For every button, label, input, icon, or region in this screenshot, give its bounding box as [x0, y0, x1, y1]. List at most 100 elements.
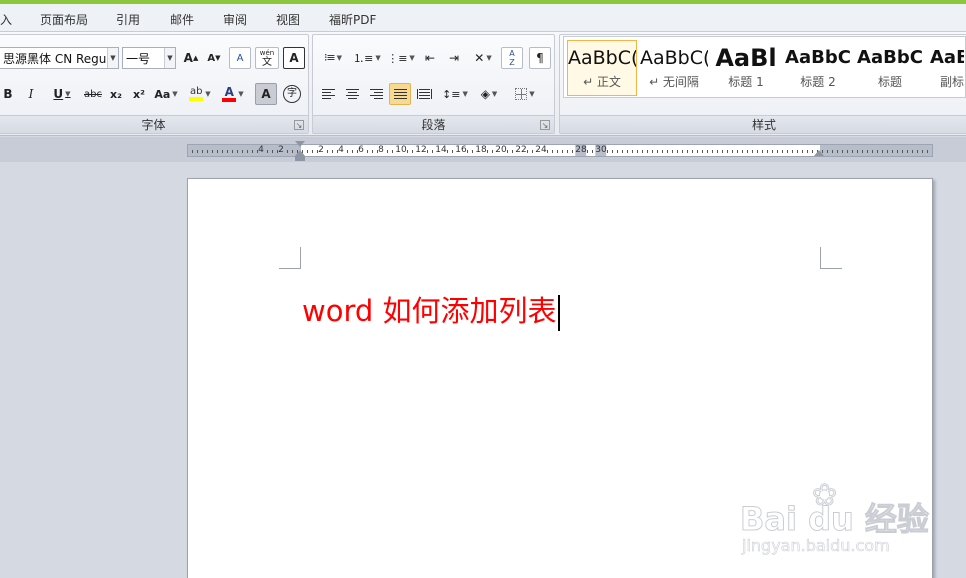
chevron-down-icon[interactable]: ▼: [65, 90, 70, 98]
sort-button[interactable]: A Z: [501, 47, 523, 69]
ruler-tick: [587, 150, 588, 153]
paragraph-group: ⁝≡ ▼ ⒈≡ ▼ ⋮≡ ▼ ⇤ ⇥ ✕ ▼ A Z ¶ ↕≡ ▼ ◈ ▼ ▼ …: [312, 34, 555, 134]
ruler-tick: [347, 150, 348, 153]
style-no-spacing-name: ↵ 无间隔: [649, 75, 699, 89]
ruler-tick: [742, 150, 743, 153]
chinese-layout-icon: ✕: [474, 51, 485, 65]
change-case-icon: Aa: [154, 87, 171, 101]
ruler-tick: [747, 150, 748, 153]
shrink-font-icon: A: [207, 52, 216, 64]
chevron-down-icon[interactable]: ▼: [529, 90, 534, 98]
ruler-tick: [797, 150, 798, 153]
multilevel-list-icon: ⋮≡: [387, 51, 408, 65]
font-color-button[interactable]: A ▼: [218, 83, 248, 105]
chevron-down-icon[interactable]: ▼: [492, 90, 497, 98]
ruler-tick: [652, 150, 653, 153]
ruler-tick: [352, 150, 353, 153]
ruler-tick: [312, 150, 313, 153]
style-subtitle-name: 副标: [940, 75, 965, 89]
style-normal-name: ↵ 正文: [583, 75, 621, 89]
change-case-button[interactable]: Aa ▼: [152, 83, 180, 105]
ruler-tick: [622, 150, 623, 153]
menu-references[interactable]: 引用: [116, 11, 140, 28]
menu-page-layout[interactable]: 页面布局: [40, 11, 88, 28]
italic-button[interactable]: I: [21, 83, 41, 105]
menu-insert[interactable]: 入: [0, 11, 12, 28]
ruler-tick: [842, 150, 843, 153]
shrink-font-button[interactable]: A ▼: [203, 47, 225, 69]
phonetic-guide-button[interactable]: wén 文: [255, 47, 279, 69]
right-indent-marker[interactable]: [814, 150, 824, 156]
superscript-button[interactable]: x²: [129, 83, 149, 105]
chevron-down-icon[interactable]: ▼: [486, 54, 491, 62]
chevron-down-icon[interactable]: ▼: [409, 54, 414, 62]
border-grid-icon: [515, 88, 528, 100]
chevron-down-icon[interactable]: ▼: [337, 54, 342, 62]
increase-indent-button[interactable]: ⇥: [443, 47, 465, 69]
grow-font-button[interactable]: A ▲: [180, 47, 202, 69]
watermark-url-text: jingyan.baidu.com: [742, 536, 890, 556]
chevron-down-icon[interactable]: ▼: [107, 48, 118, 68]
character-border-button[interactable]: A: [283, 47, 305, 69]
bold-button[interactable]: B: [0, 83, 17, 105]
shading-button[interactable]: ◈ ▼: [473, 83, 505, 105]
chevron-down-icon[interactable]: ▼: [463, 90, 468, 98]
character-shading-button[interactable]: A: [255, 83, 277, 105]
menu-foxit-pdf[interactable]: 福昕PDF: [329, 11, 376, 28]
strikethrough-button[interactable]: abc: [81, 83, 105, 105]
style-subtitle[interactable]: AaB 副标: [927, 40, 965, 96]
distributed-button[interactable]: [413, 83, 435, 105]
font-dialog-launcher-icon[interactable]: ↘: [294, 120, 304, 130]
text-highlight-button[interactable]: ab ▼: [184, 83, 216, 105]
style-heading-1[interactable]: AaBl 标题 1: [711, 40, 781, 96]
ruler-number: 8: [378, 145, 384, 156]
borders-button[interactable]: ▼: [509, 83, 541, 105]
ribbon: 思源黑体 CN Regul ▼ 一号 ▼ A ▲ A ▼ A wén 文 A B I: [0, 32, 966, 136]
style-normal[interactable]: AaBbC( ↵ 正文: [567, 40, 637, 96]
chevron-down-icon[interactable]: ▼: [172, 90, 177, 98]
justify-button[interactable]: [389, 83, 411, 105]
line-spacing-button[interactable]: ↕≡ ▼: [439, 83, 471, 105]
style-no-spacing[interactable]: AaBbC( ↵ 无间隔: [639, 40, 709, 96]
decrease-indent-button[interactable]: ⇤: [419, 47, 441, 69]
show-formatting-marks-button[interactable]: ¶: [529, 47, 551, 69]
highlighter-icon: ab: [189, 87, 204, 101]
ruler-tick: [837, 150, 838, 153]
numbering-button[interactable]: ⒈≡ ▼: [351, 47, 383, 69]
menu-view[interactable]: 视图: [276, 11, 300, 28]
menu-review[interactable]: 审阅: [223, 11, 247, 28]
ruler-tick: [637, 150, 638, 153]
document-body-text[interactable]: word 如何添加列表: [302, 291, 560, 331]
left-indent-marker[interactable]: [295, 156, 305, 161]
subscript-button[interactable]: x₂: [106, 83, 126, 105]
ruler-tick: [897, 150, 898, 153]
enclose-characters-button[interactable]: 字: [281, 83, 303, 105]
chevron-down-icon[interactable]: ▼: [238, 90, 243, 98]
chinese-layout-button[interactable]: ✕ ▼: [469, 47, 497, 69]
ruler-tick: [812, 150, 813, 153]
ruler-tick: [552, 150, 553, 153]
enclose-characters-icon: 字: [283, 85, 301, 103]
ruler-tick: [412, 150, 413, 153]
align-left-button[interactable]: [317, 83, 339, 105]
first-line-indent-marker[interactable]: [295, 141, 305, 147]
clear-formatting-button[interactable]: A: [229, 47, 251, 69]
chevron-down-icon[interactable]: ▼: [205, 90, 210, 98]
style-title[interactable]: AaBbC 标题: [855, 40, 925, 96]
menu-mailings[interactable]: 邮件: [170, 11, 194, 28]
ruler-tick: [252, 150, 253, 153]
chevron-down-icon[interactable]: ▼: [164, 48, 175, 68]
style-heading-2[interactable]: AaBbC 标题 2: [783, 40, 853, 96]
paragraph-dialog-launcher-icon[interactable]: ↘: [540, 120, 550, 130]
multilevel-list-button[interactable]: ⋮≡ ▼: [385, 47, 417, 69]
align-right-button[interactable]: [365, 83, 387, 105]
ruler-tick: [857, 150, 858, 153]
ruler-tick: [772, 150, 773, 153]
align-center-button[interactable]: [341, 83, 363, 105]
underline-button[interactable]: U ▼: [45, 83, 79, 105]
font-name-combo[interactable]: 思源黑体 CN Regul ▼: [0, 47, 119, 69]
chevron-down-icon[interactable]: ▼: [375, 54, 380, 62]
ruler-left-margin: [188, 145, 301, 156]
font-size-combo[interactable]: 一号 ▼: [122, 47, 176, 69]
bullets-button[interactable]: ⁝≡ ▼: [317, 47, 349, 69]
